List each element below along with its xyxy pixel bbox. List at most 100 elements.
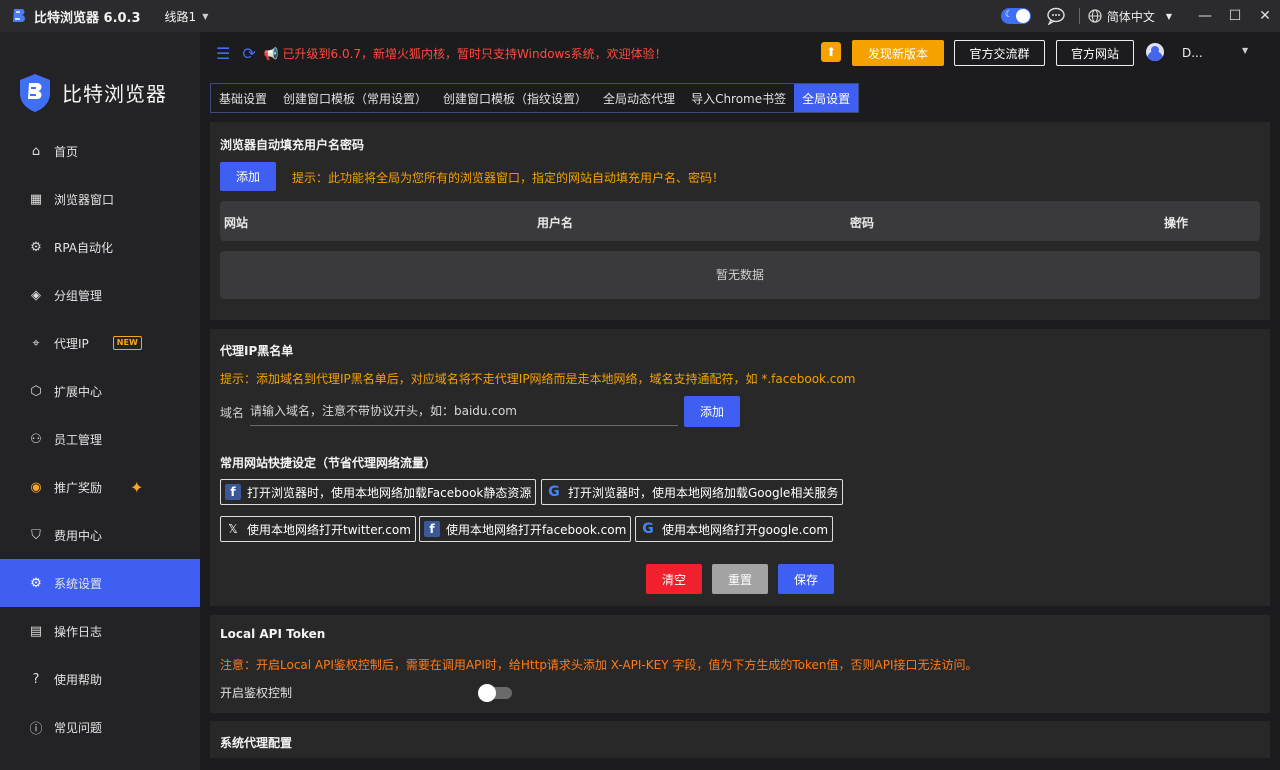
divider [1078, 8, 1080, 24]
upgrade-icon[interactable]: ⬆ [821, 42, 841, 62]
clear-button[interactable]: 清空 [646, 564, 702, 594]
sidebar-item-browser-windows[interactable]: ▦ 浏览器窗口 [0, 175, 200, 223]
sidebar: 比特浏览器 ⌂ 首页 ▦ 浏览器窗口 ⚙ RPA自动化 ◈ 分组管理 ⌖ 代理I… [0, 32, 200, 770]
sidebar-item-home[interactable]: ⌂ 首页 [0, 127, 200, 175]
tab-import-bookmarks[interactable]: 导入Chrome书签 [683, 84, 794, 112]
language-label: 简体中文 [1106, 9, 1155, 24]
sidebar-item-groups[interactable]: ◈ 分组管理 [0, 271, 200, 319]
info-icon: ⓘ [29, 721, 43, 737]
language-select[interactable]: 简体中文 ▼ [1088, 8, 1172, 25]
sidebar-item-label: 推广奖励 [54, 480, 103, 495]
empty-state: 暂无数据 [220, 251, 1260, 299]
facebook-icon: f [225, 484, 241, 500]
globe-icon [1088, 9, 1102, 23]
quick-label: 使用本地网络打开twitter.com [247, 522, 411, 537]
new-version-button[interactable]: 发现新版本 [852, 40, 944, 66]
sidebar-item-label: 分组管理 [54, 288, 103, 303]
system-proxy-section: 系统代理配置 [210, 721, 1270, 758]
api-note: 注意：开启Local API鉴权控制后，需要在调用API时，给Http请求头添加… [220, 658, 978, 672]
google-icon: G [548, 484, 560, 500]
quick-label: 打开浏览器时，使用本地网络加载Facebook静态资源 [247, 485, 532, 500]
quick-google[interactable]: G 使用本地网络打开google.com [635, 516, 834, 542]
refresh-icon[interactable]: ⟳ [242, 44, 255, 63]
tab-template-common[interactable]: 创建窗口模板（常用设置） [275, 84, 435, 112]
column-header: 操作 [1164, 216, 1189, 230]
official-group-button[interactable]: 官方交流群 [954, 40, 1045, 66]
quick-facebook[interactable]: f 使用本地网络打开facebook.com [419, 516, 632, 542]
tab-global-settings[interactable]: 全局设置 [794, 84, 859, 112]
sidebar-item-extensions[interactable]: ⬡ 扩展中心 [0, 367, 200, 415]
sidebar-item-staff[interactable]: ⚇ 员工管理 [0, 415, 200, 463]
quick-settings-title: 常用网站快捷设定（节省代理网络流量） [220, 456, 437, 470]
sidebar-item-help[interactable]: ? 使用帮助 [0, 655, 200, 703]
layers-icon: ◈ [31, 287, 41, 303]
menu-collapse-icon[interactable]: ☰ [216, 44, 230, 63]
tab-basic[interactable]: 基础设置 [211, 84, 275, 112]
support-chat-icon[interactable] [1041, 0, 1071, 32]
official-website-button[interactable]: 官方网站 [1056, 40, 1134, 66]
home-icon: ⌂ [31, 143, 41, 159]
staff-icon: ⚇ [30, 431, 42, 447]
chevron-down-icon: ▼ [202, 11, 209, 21]
log-icon: ▤ [29, 623, 43, 639]
user-name[interactable]: D... [1182, 46, 1203, 60]
sidebar-item-faq[interactable]: ⓘ 常见问题 [0, 703, 200, 751]
sidebar-item-billing[interactable]: ⛉ 费用中心 [0, 511, 200, 559]
sidebar-item-label: 常见问题 [54, 720, 103, 735]
robot-icon: ⚙ [30, 239, 42, 255]
quick-twitter[interactable]: 𝕏 使用本地网络打开twitter.com [220, 516, 416, 542]
route-select[interactable]: 线路1 ▼ [165, 8, 209, 25]
reset-button[interactable]: 重置 [712, 564, 768, 594]
section-title: 浏览器自动填充用户名密码 [220, 138, 365, 152]
top-bar: ☰ ⟳ 📢 已升级到6.0.7，新增火狐内核，暂时只支持Windows系统，欢迎… [200, 32, 1280, 74]
column-header: 密码 [850, 216, 875, 230]
maximize-button[interactable]: ☐ [1220, 0, 1250, 32]
add-domain-button[interactable]: 添加 [684, 396, 740, 427]
domain-input[interactable] [250, 396, 678, 426]
sidebar-item-label: 浏览器窗口 [54, 192, 115, 207]
reward-icon: ◉ [30, 479, 42, 495]
sidebar-item-settings[interactable]: ⚙ 系统设置 [0, 559, 200, 607]
toggle-knob [478, 684, 496, 702]
add-autofill-button[interactable]: 添加 [220, 162, 276, 191]
quick-label: 使用本地网络打开google.com [662, 522, 829, 537]
facebook-icon: f [424, 521, 440, 537]
app-logo-icon [13, 8, 26, 23]
brand: 比特浏览器 [0, 32, 200, 127]
toggle-knob [1015, 9, 1030, 23]
quick-facebook-static[interactable]: f 打开浏览器时，使用本地网络加载Facebook静态资源 [220, 479, 537, 505]
chevron-down-icon: ▼ [1165, 11, 1172, 21]
sidebar-item-logs[interactable]: ▤ 操作日志 [0, 607, 200, 655]
chevron-down-icon[interactable]: ▼ [1242, 46, 1248, 55]
sidebar-item-rpa[interactable]: ⚙ RPA自动化 [0, 223, 200, 271]
auth-toggle-label: 开启鉴权控制 [220, 686, 293, 700]
autofill-hint: 提示：此功能将全局为您所有的浏览器窗口，指定的网站自动填充用户名、密码！ [292, 171, 725, 185]
proxy-blacklist-section: 代理IP黑名单 提示：添加域名到代理IP黑名单后，对应域名将不走代理IP网络而是… [210, 329, 1270, 606]
local-api-section: Local API Token 注意：开启Local API鉴权控制后，需要在调… [210, 615, 1270, 713]
domain-label: 域名 [220, 406, 245, 420]
minimize-button[interactable]: — [1190, 0, 1220, 32]
new-badge: NEW [112, 336, 142, 350]
brand-name: 比特浏览器 [62, 82, 167, 106]
blacklist-hint: 提示：添加域名到代理IP黑名单后，对应域名将不走代理IP网络而是走本地网络，域名… [220, 372, 856, 386]
auth-toggle[interactable] [478, 684, 512, 702]
grid-icon: ▦ [29, 191, 43, 207]
sidebar-item-label: 员工管理 [54, 432, 103, 447]
sidebar-item-proxy-ip[interactable]: ⌖ 代理IP NEW [0, 319, 200, 367]
app-title: 比特浏览器 6.0.3 [34, 10, 141, 26]
sidebar-item-label: 代理IP [54, 336, 89, 351]
sidebar-item-label: 操作日志 [54, 624, 103, 639]
tab-template-fingerprint[interactable]: 创建窗口模板（指纹设置） [435, 84, 595, 112]
avatar[interactable] [1146, 43, 1164, 61]
location-pin-icon: ⌖ [32, 335, 40, 351]
theme-toggle[interactable]: ☾ [1000, 8, 1031, 24]
save-button[interactable]: 保存 [778, 564, 834, 594]
tab-global-proxy[interactable]: 全局动态代理 [595, 84, 683, 112]
close-button[interactable]: ✕ [1250, 0, 1280, 32]
x-twitter-icon: 𝕏 [228, 522, 238, 536]
column-header: 用户名 [537, 216, 574, 230]
quick-google-services[interactable]: G 打开浏览器时，使用本地网络加载Google相关服务 [541, 479, 844, 505]
sidebar-item-label: RPA自动化 [54, 240, 114, 255]
sidebar-item-rewards[interactable]: ◉ 推广奖励 ✦ [0, 463, 200, 511]
route-label: 线路1 [164, 9, 197, 24]
